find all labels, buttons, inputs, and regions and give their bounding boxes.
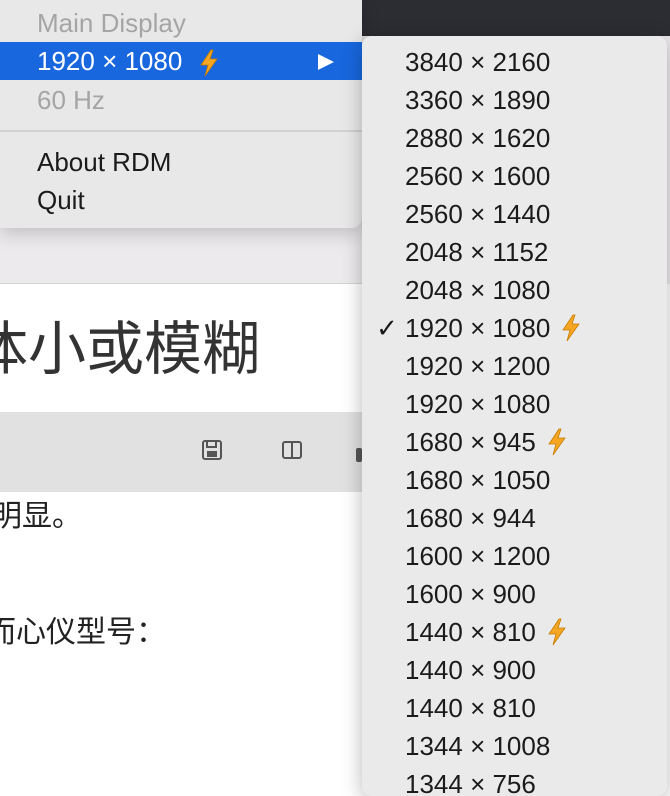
submenu-item-resolution[interactable]: 1440 × 810 — [362, 613, 667, 651]
submenu-item-resolution[interactable]: 1680 × 944 — [362, 499, 667, 537]
submenu-item-resolution[interactable]: 3360 × 1890 — [362, 81, 667, 119]
submenu-item-label: 2048 × 1080 — [405, 275, 551, 305]
document-divider — [0, 283, 362, 284]
submenu-item-label: 1680 × 1050 — [405, 465, 551, 495]
document-text-line: 明显。 — [0, 500, 82, 533]
submenu-item-label: 2048 × 1152 — [405, 237, 549, 267]
submenu-item-resolution[interactable]: 2880 × 1620 — [362, 119, 667, 157]
submenu-item-resolution[interactable]: 1680 × 1050 — [362, 461, 667, 499]
submenu-item-label: 3840 × 2160 — [405, 47, 551, 77]
submenu-item-label: 1440 × 900 — [405, 655, 536, 685]
lightning-bolt-icon — [562, 314, 580, 342]
submenu-item-label: 1680 × 945 — [405, 427, 536, 457]
submenu-item-resolution[interactable]: 1440 × 900 — [362, 651, 667, 689]
submenu-item-label: 1920 × 1080 — [405, 389, 551, 419]
submenu-item-resolution[interactable]: 1344 × 756 — [362, 765, 667, 796]
checkmark-icon: ✓ — [376, 313, 398, 343]
lightning-bolt-icon — [548, 618, 566, 646]
submenu-item-label: 1440 × 810 — [405, 693, 536, 723]
submenu-item-label: 1680 × 944 — [405, 503, 536, 533]
submenu-item-resolution[interactable]: 1680 × 945 — [362, 423, 667, 461]
submenu-item-resolution[interactable]: 2560 × 1440 — [362, 195, 667, 233]
menu-item-quit[interactable]: Quit — [0, 181, 362, 219]
menu-header-main-display: Main Display — [37, 8, 186, 38]
submenu-item-label: 1600 × 900 — [405, 579, 536, 609]
lightning-bolt-icon — [548, 428, 566, 456]
submenu-item-label: 1920 × 1200 — [405, 351, 551, 381]
menu-item-refresh-rate: 60 Hz — [37, 85, 105, 115]
floppy-disk-icon[interactable] — [200, 438, 224, 462]
document-heading: 体小或模糊 — [0, 317, 261, 382]
submenu-item-resolution[interactable]: 2048 × 1152 — [362, 233, 667, 271]
submenu-item-resolution[interactable]: 2560 × 1600 — [362, 157, 667, 195]
editor-toolbar — [0, 412, 362, 492]
menu-item-resolution-label: 1920 × 1080 — [37, 46, 183, 76]
submenu-item-label: 1344 × 756 — [405, 769, 536, 796]
submenu-item-resolution[interactable]: 1600 × 1200 — [362, 537, 667, 575]
submenu-item-label: 2560 × 1440 — [405, 199, 551, 229]
status-menu: Main Display 1920 × 1080 60 Hz About RDM… — [0, 0, 362, 228]
submenu-item-label: 1440 × 810 — [405, 617, 536, 647]
document-text-line: 而心仪型号： — [0, 616, 166, 649]
submenu-item-resolution[interactable]: 1920 × 1080 — [362, 385, 667, 423]
submenu-item-label: 1600 × 1200 — [405, 541, 551, 571]
submenu-item-label: 2880 × 1620 — [405, 123, 551, 153]
submenu-item-resolution[interactable]: 2048 × 1080 — [362, 271, 667, 309]
lightning-bolt-icon — [199, 49, 218, 77]
submenu-item-resolution[interactable]: 1344 × 1008 — [362, 727, 667, 765]
submenu-item-label: 3360 × 1890 — [405, 85, 551, 115]
menu-item-resolution[interactable]: 1920 × 1080 — [0, 42, 362, 80]
desktop-dark-strip — [362, 0, 670, 36]
submenu-item-resolution[interactable]: 1440 × 810 — [362, 689, 667, 727]
submenu-item-label: 1920 × 1080 — [405, 313, 551, 343]
submenu-item-resolution[interactable]: 3840 × 2160 — [362, 43, 667, 81]
menu-separator — [0, 130, 362, 132]
resolution-submenu: 3840 × 2160 3360 × 1890 2880 × 1620 2560 × … — [362, 36, 667, 796]
submenu-item-label: 2560 × 1600 — [405, 161, 551, 191]
submenu-item-resolution[interactable]: ✓ 1920 × 1080 — [362, 309, 667, 347]
submenu-item-resolution[interactable]: 1600 × 900 — [362, 575, 667, 613]
triangle-right-icon — [318, 54, 334, 70]
submenu-item-resolution[interactable]: 1920 × 1200 — [362, 347, 667, 385]
split-view-icon[interactable] — [280, 438, 304, 462]
submenu-item-label: 1344 × 1008 — [405, 731, 551, 761]
menu-item-about[interactable]: About RDM — [0, 143, 362, 181]
